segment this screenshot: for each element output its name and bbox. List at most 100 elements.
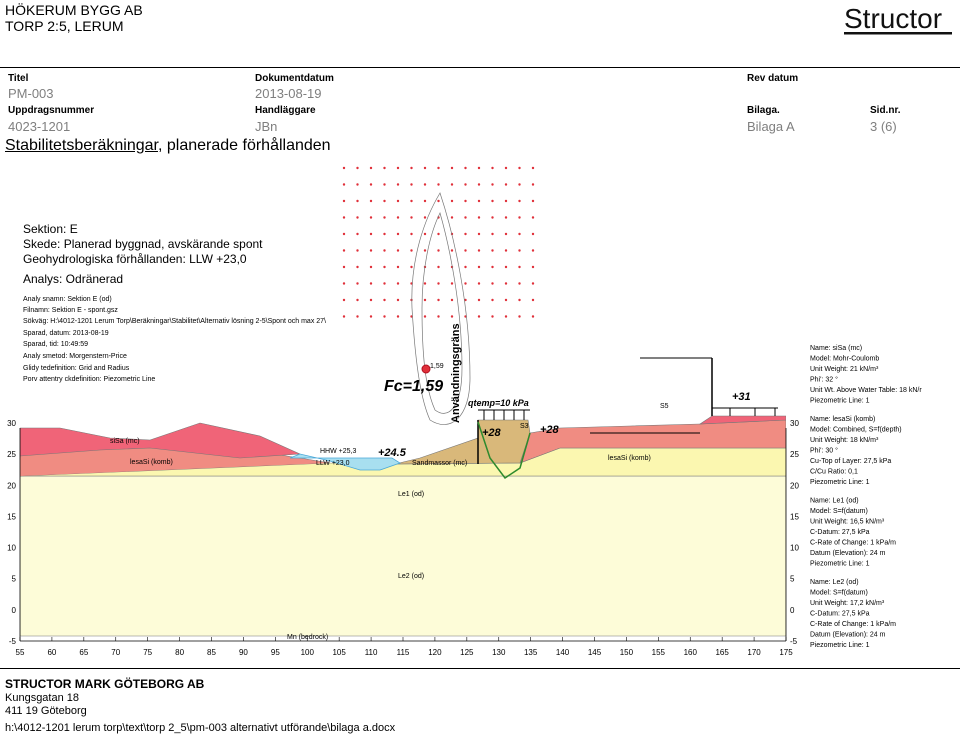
material-property: C-Rate of Change: 1 kPa/m [810,621,896,628]
grid-dot [531,232,535,236]
y-tick-label-left: 25 [7,450,16,459]
grid-dot [342,282,346,285]
grid-dot [383,298,386,302]
footer-city: 411 19 Göteborg [5,705,87,717]
x-tick-label: 105 [332,648,346,657]
x-tick-label: 150 [620,648,634,657]
section-hydro: Geohydrologiska förhållanden: LLW +23,0 [23,252,247,266]
y-tick-label-right: 15 [790,512,799,521]
grid-dot [531,298,535,302]
grid-dot [477,249,481,252]
label-level-28b: +28 [540,424,560,436]
grid-dot [477,166,481,170]
grid-dot [491,282,494,285]
analysis-meta: Analy snamn: Sektion E (od) Filnamn: Sek… [23,296,326,383]
grid-dot [396,315,400,318]
value-sidnr: 3 (6) [870,119,897,134]
grid-dot [531,166,535,170]
grid-dot [450,216,454,219]
grid-dot [369,166,373,170]
grid-dot [477,282,481,285]
grid-dot [383,199,386,203]
grid-dot [504,183,508,186]
label-lesasi-right: lesaSi (komb) [608,455,651,462]
grid-dot [383,249,386,252]
section-title: Sektion: E [23,222,78,236]
grid-dot [410,166,413,170]
grid-dot [491,315,494,318]
grid-dot [477,265,481,269]
x-tick-label: 75 [143,648,152,657]
grid-dot [383,265,386,269]
x-tick-label: 110 [365,648,378,657]
material-property: Piezometric Line: 1 [810,479,870,486]
company-line-1: HÖKERUM BYGG AB [5,2,143,18]
label-dokumentdatum: Dokumentdatum [255,73,334,84]
section-info: Sektion: E Skede: Planerad byggnad, avsk… [23,222,263,286]
grid-dot [396,183,400,186]
grid-dot [504,199,508,203]
material-name: Name: Le1 (od) [810,498,859,505]
label-rev-datum: Rev datum [747,73,799,84]
grid-dot [410,216,413,219]
grid-dot [477,199,481,203]
material-property: Datum (Elevation): 24 m [810,550,886,557]
grid-dot [504,232,508,236]
label-handlaggare: Handläggare [255,105,316,116]
grid-dot [531,199,535,203]
footer-path: h:\4012-1201 lerum torp\text\torp 2_5\pm… [5,722,396,734]
grid-dot [410,265,413,269]
grid-dot [477,216,481,219]
grid-dot [518,282,521,285]
grid-dot [504,282,508,285]
x-tick-label: 60 [47,648,56,657]
grid-dot [477,232,481,236]
label-uppdragsnummer: Uppdragsnummer [8,105,95,116]
grid-dot [437,249,440,252]
material-property: Phi': 30 ° [810,447,838,455]
meta-line: Analy smetod: Morgenstern-Price [23,353,127,360]
grid-dot [383,166,386,170]
grid-dot [369,216,373,219]
grid-dot [437,166,440,170]
material-legend: Name: siSa (mc) Model: Mohr-Coulomb Unit W… [810,345,922,649]
grid-dot [450,298,454,302]
grid-dot [437,199,440,203]
grid-dot [518,232,521,236]
grid-dot [437,232,440,236]
grid-dot [450,183,454,186]
material-property: Cu-Top of Layer: 27,5 kPa [810,458,891,465]
grid-dot [369,232,373,236]
material-property: Unit Wt. Above Water Table: 18 kN/r [810,387,922,394]
grid-dot [423,249,427,252]
grid-dot [383,216,386,219]
grid-dot [423,166,427,170]
grid-dot [491,166,494,170]
grid-dot [464,265,467,269]
label-sidnr: Sid.nr. [870,105,901,116]
grid-dot [464,249,467,252]
grid-dot [518,249,521,252]
grid-dot [383,315,386,318]
grid-dot [356,249,359,252]
page-title-rest: , planerade förhållanden [157,137,331,154]
grid-dot [491,216,494,219]
grid-dot [383,282,386,285]
load-building [712,407,778,416]
grid-dot [491,298,494,302]
x-tick-label: 135 [524,648,538,657]
y-tick-label-right: 20 [790,481,799,490]
value-dokumentdatum: 2013-08-19 [255,86,322,101]
grid-dot [531,249,535,252]
x-tick-label: 85 [207,648,216,657]
grid-dot [450,199,454,203]
material-property: Model: S=f(datum) [810,508,868,515]
label-level-31: +31 [732,391,751,403]
y-axis-ticks-right: 30 25 20 15 10 5 0 -5 [790,419,799,646]
grid-dot [356,232,359,236]
grid-dot [369,282,373,285]
grid-dot [477,298,481,302]
x-tick-label: 160 [684,648,698,657]
grid-dot [356,216,359,219]
material-property: Piezometric Line: 1 [810,398,870,405]
